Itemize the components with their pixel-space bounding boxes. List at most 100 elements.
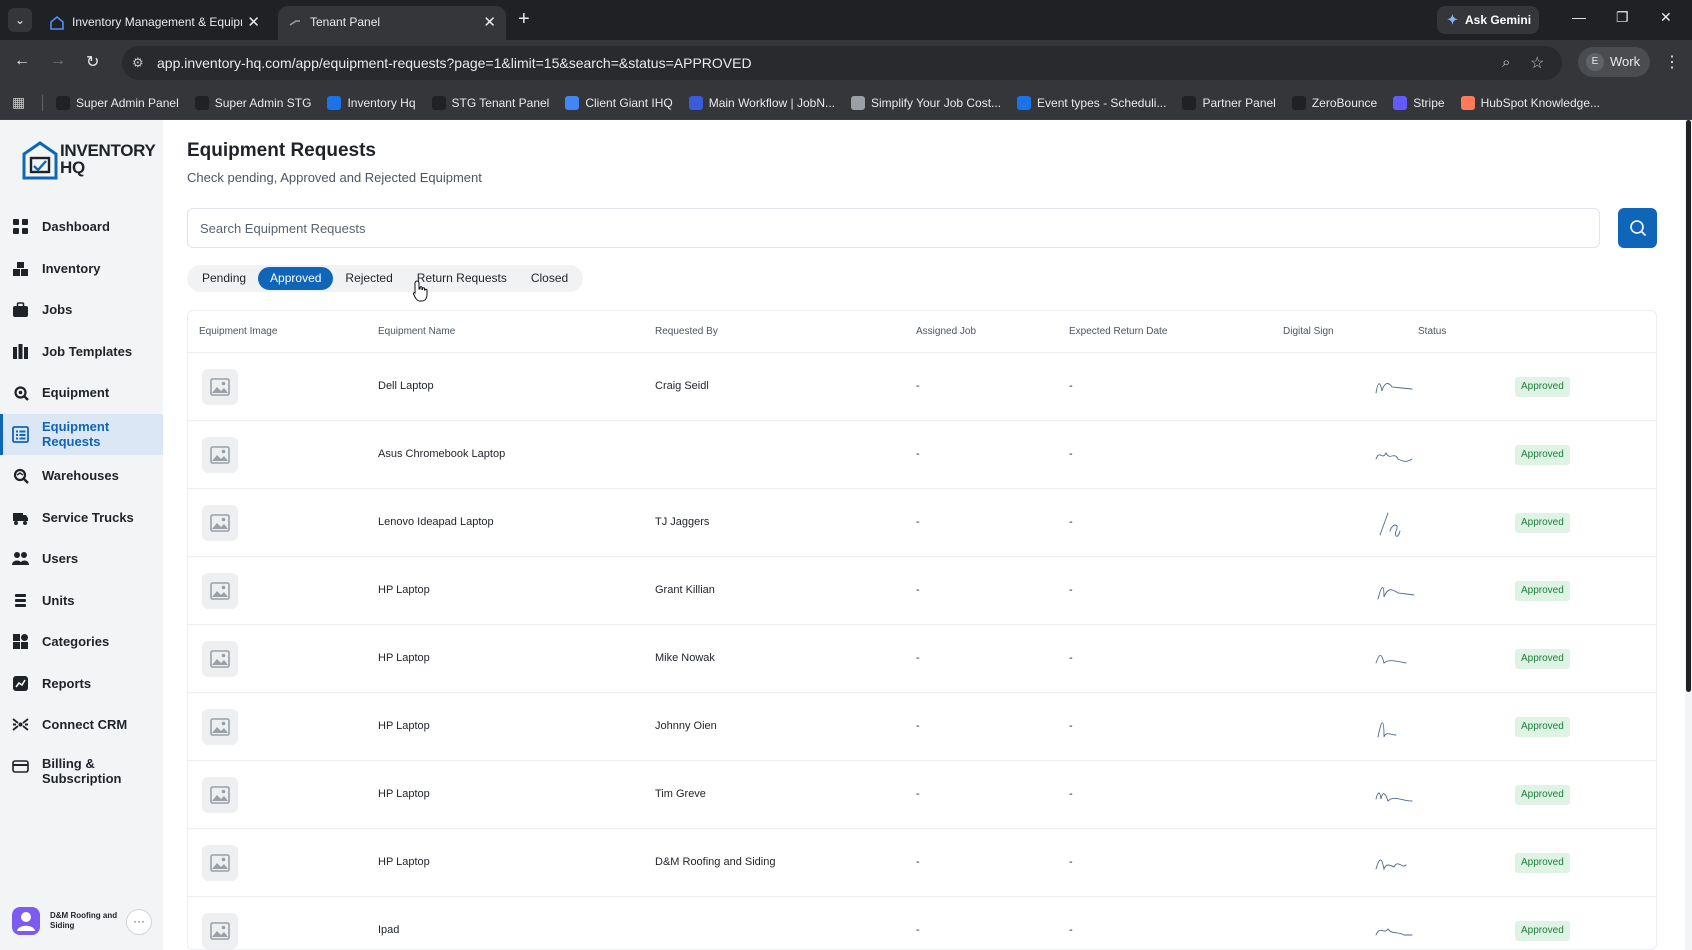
bookmark-item[interactable]: HubSpot Knowledge... xyxy=(1460,96,1600,110)
sidebar-item-units[interactable]: Units xyxy=(0,580,163,622)
bookmark-item[interactable]: ZeroBounce xyxy=(1291,96,1377,110)
close-icon[interactable]: ✕ xyxy=(247,13,260,31)
digital-signature-image xyxy=(1375,928,1413,936)
column-header-digital-sign: Digital Sign xyxy=(1283,326,1334,337)
tab-pending[interactable]: Pending xyxy=(190,267,258,290)
sidebar-item-reports[interactable]: Reports xyxy=(0,663,163,705)
mouse-pointer-icon xyxy=(412,280,428,302)
reload-icon[interactable]: ↻ xyxy=(86,52,99,72)
sidebar-item-dashboard[interactable]: Dashboard xyxy=(0,206,163,248)
bookmark-item[interactable]: Client Giant IHQ xyxy=(565,96,673,110)
browser-tab-tenant-panel[interactable]: Tenant Panel ✕ xyxy=(278,6,506,40)
bookmark-item[interactable]: Super Admin STG xyxy=(194,96,311,110)
site-settings-icon[interactable]: ⚙ xyxy=(132,55,144,71)
bookmark-item[interactable]: Super Admin Panel xyxy=(56,96,179,110)
ask-gemini-label: Ask Gemini xyxy=(1465,13,1532,27)
column-header-assigned-job: Assigned Job xyxy=(916,326,977,337)
sidebar-item-connect-crm[interactable]: Connect CRM xyxy=(0,704,163,746)
gemini-spark-icon: ✦ xyxy=(1447,12,1458,27)
tab-closed[interactable]: Closed xyxy=(519,267,580,290)
status-badge: Approved xyxy=(1515,581,1570,601)
equipment-name: Dell Laptop xyxy=(378,380,434,392)
template-icon xyxy=(13,343,28,359)
bookmark-star-icon[interactable]: ☆ xyxy=(1530,53,1544,73)
status-badge: Approved xyxy=(1515,513,1570,533)
bookmark-item[interactable]: STG Tenant Panel xyxy=(431,96,549,110)
sidebar-item-jobs[interactable]: Jobs xyxy=(0,289,163,331)
crm-icon xyxy=(12,718,29,731)
status-badge: Approved xyxy=(1515,717,1570,737)
browser-tab-bar: ⌄ Inventory Management & Equipm ✕ Tenant… xyxy=(0,0,1692,40)
digital-signature-image xyxy=(1375,655,1407,664)
bookmark-label: Event types - Scheduli... xyxy=(1037,96,1167,110)
bookmark-item[interactable]: Main Workflow | JobN... xyxy=(688,96,835,110)
table-row[interactable]: HP Laptop Grant Killian - - Approved xyxy=(188,557,1656,625)
profile-button[interactable]: E Work xyxy=(1578,47,1650,77)
sidebar-item-equipment-requests[interactable]: Equipment Requests xyxy=(0,413,163,455)
forward-arrow-icon[interactable]: → xyxy=(50,52,66,70)
search-button[interactable] xyxy=(1618,208,1657,248)
requested-by: Mike Nowak xyxy=(655,652,715,664)
sidebar-item-job-templates[interactable]: Job Templates xyxy=(0,331,163,373)
equipment-name: HP Laptop xyxy=(378,856,430,868)
address-bar[interactable]: ⚙ app.inventory-hq.com/app/equipment-req… xyxy=(122,46,1562,80)
sidebar-item-users[interactable]: Users xyxy=(0,538,163,580)
bookmark-item[interactable]: Event types - Scheduli... xyxy=(1017,96,1166,110)
assigned-job: - xyxy=(916,720,920,732)
browser-tab-inventory[interactable]: Inventory Management & Equipm ✕ xyxy=(40,6,270,40)
ask-gemini-button[interactable]: ✦ Ask Gemini xyxy=(1437,6,1539,34)
organization-avatar xyxy=(12,907,40,935)
tab-approved[interactable]: Approved xyxy=(258,267,334,290)
restore-icon[interactable]: ❐ xyxy=(1616,9,1629,26)
table-row[interactable]: HP Laptop Johnny Oien - - Approved xyxy=(188,693,1656,761)
sidebar-item-warehouses[interactable]: Warehouses xyxy=(0,455,163,497)
table-row[interactable]: Lenovo Ideapad Laptop TJ Jaggers - - Approve… xyxy=(188,489,1656,557)
table-row[interactable]: Asus Chromebook Laptop - - Approved xyxy=(188,421,1656,489)
assigned-job: - xyxy=(916,516,920,528)
sidebar-item-service-trucks[interactable]: Service Trucks xyxy=(0,497,163,539)
profile-avatar: E xyxy=(1586,53,1604,71)
clipboard-list-icon xyxy=(12,425,29,443)
sidebar-item-categories[interactable]: Categories xyxy=(0,621,163,663)
equipment-name: HP Laptop xyxy=(378,788,430,800)
equipment-image-placeholder xyxy=(202,709,238,745)
users-icon xyxy=(12,552,29,565)
organization-switcher[interactable]: D&M Roofing and Siding ··· xyxy=(10,905,152,939)
briefcase-icon xyxy=(13,302,28,317)
back-arrow-icon[interactable]: ← xyxy=(14,52,30,70)
table-row[interactable]: HP Laptop D&M Roofing and Siding - - Approve… xyxy=(188,829,1656,897)
sidebar-item-inventory[interactable]: Inventory xyxy=(0,248,163,290)
close-icon[interactable]: ✕ xyxy=(483,13,496,31)
tab-rejected[interactable]: Rejected xyxy=(333,267,404,290)
sidebar-item-label: Inventory xyxy=(42,260,101,276)
window-close-icon[interactable]: ✕ xyxy=(1660,9,1672,26)
bookmark-item[interactable]: Partner Panel xyxy=(1182,96,1276,110)
sidebar-item-equipment[interactable]: Equipment xyxy=(0,372,163,414)
equipment-requests-table: Equipment Image Equipment Name Requested B… xyxy=(187,310,1657,950)
bookmark-item[interactable]: Simplify Your Job Cost... xyxy=(850,96,1002,110)
tab-search-button[interactable]: ⌄ xyxy=(8,8,32,32)
sidebar-item-billing-and-subscription[interactable]: Billing & Subscription xyxy=(0,746,163,796)
page-scrollbar-thumb[interactable] xyxy=(1686,120,1691,692)
table-row[interactable]: Ipad - - Approved xyxy=(188,897,1656,949)
minimize-icon[interactable]: — xyxy=(1572,9,1586,25)
browser-menu-icon[interactable]: ⋮ xyxy=(1664,52,1680,72)
zoom-icon[interactable]: ⌕ xyxy=(1502,54,1510,71)
sidebar-item-label: Warehouses xyxy=(42,468,119,484)
table-row[interactable]: HP Laptop Mike Nowak - - Approved xyxy=(188,625,1656,693)
sidebar-item-label: Dashboard xyxy=(42,219,110,235)
apps-grid-icon[interactable]: ▦ xyxy=(12,94,25,111)
table-row[interactable]: HP Laptop Tim Greve - - Approved xyxy=(188,761,1656,829)
bookmark-label: Simplify Your Job Cost... xyxy=(870,96,1002,110)
table-row[interactable]: Dell Laptop Craig Seidl - - Approved xyxy=(188,353,1656,421)
search-input[interactable] xyxy=(187,208,1600,248)
bookmark-item[interactable]: Stripe xyxy=(1393,96,1445,110)
new-tab-plus-icon[interactable]: + xyxy=(518,8,530,30)
logo-wordmark: INVENTORY HQ xyxy=(60,142,156,176)
bookmark-item[interactable]: Inventory Hq xyxy=(327,96,416,110)
bookmark-favicon-icon xyxy=(431,96,446,110)
address-bar-url[interactable]: app.inventory-hq.com/app/equipment-reque… xyxy=(157,55,752,71)
bookmark-label: Partner Panel xyxy=(1202,96,1276,110)
grid-icon xyxy=(13,219,28,234)
more-options-button[interactable]: ··· xyxy=(126,909,152,935)
